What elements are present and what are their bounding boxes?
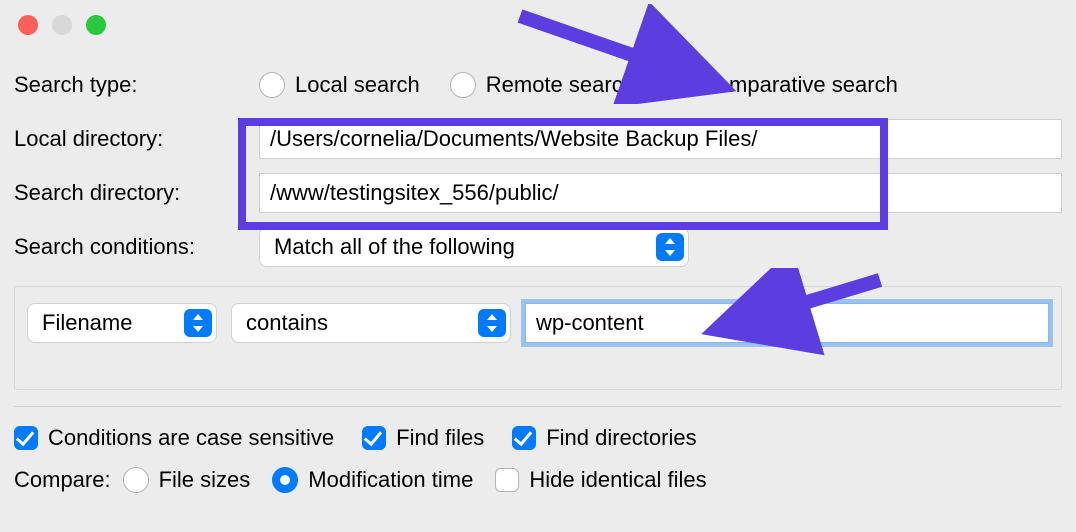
radio-label: Comparative search — [701, 72, 898, 98]
condition-value-input[interactable] — [525, 303, 1049, 343]
checkbox-icon — [14, 426, 38, 450]
select-value: Filename — [42, 310, 170, 336]
maximize-window-button[interactable] — [86, 15, 106, 35]
radio-label: Remote search — [486, 72, 635, 98]
search-type-label: Search type: — [14, 72, 259, 98]
checkbox-icon — [512, 426, 536, 450]
radio-icon — [450, 72, 476, 98]
window-titlebar — [0, 0, 1076, 50]
conditions-match-select[interactable]: Match all of the following — [259, 227, 689, 267]
divider — [14, 406, 1062, 407]
chevron-up-down-icon — [184, 309, 212, 337]
checkbox-find-directories[interactable]: Find directories — [512, 425, 696, 451]
close-window-button[interactable] — [18, 15, 38, 35]
checkbox-label: Find files — [396, 425, 484, 451]
checkbox-case-sensitive[interactable]: Conditions are case sensitive — [14, 425, 334, 451]
condition-field-select[interactable]: Filename — [27, 303, 217, 343]
checkbox-label: Find directories — [546, 425, 696, 451]
radio-remote-search[interactable]: Remote search — [450, 72, 635, 98]
minimize-window-button[interactable] — [52, 15, 72, 35]
checkbox-icon — [495, 468, 519, 492]
search-directory-input[interactable] — [259, 173, 1062, 213]
condition-row: Filename contains — [14, 286, 1062, 390]
search-type-radio-group: Local search Remote search Comparative s… — [259, 72, 898, 98]
chevron-up-down-icon — [478, 309, 506, 337]
select-value: contains — [246, 310, 464, 336]
local-directory-label: Local directory: — [14, 126, 259, 152]
select-value: Match all of the following — [274, 234, 642, 260]
chevron-up-down-icon — [656, 233, 684, 261]
radio-label: File sizes — [159, 467, 251, 493]
radio-file-sizes[interactable]: File sizes — [123, 467, 251, 493]
radio-local-search[interactable]: Local search — [259, 72, 420, 98]
checkbox-icon — [362, 426, 386, 450]
compare-label: Compare: — [14, 467, 111, 493]
local-directory-input[interactable] — [259, 119, 1062, 159]
radio-label: Modification time — [308, 467, 473, 493]
checkbox-find-files[interactable]: Find files — [362, 425, 484, 451]
radio-icon — [259, 72, 285, 98]
radio-modification-time[interactable]: Modification time — [272, 467, 473, 493]
search-directory-label: Search directory: — [14, 180, 259, 206]
radio-icon — [665, 72, 691, 98]
checkbox-label: Hide identical files — [529, 467, 706, 493]
checkbox-label: Conditions are case sensitive — [48, 425, 334, 451]
checkbox-hide-identical[interactable]: Hide identical files — [495, 467, 706, 493]
search-conditions-label: Search conditions: — [14, 234, 259, 260]
radio-label: Local search — [295, 72, 420, 98]
radio-icon — [123, 467, 149, 493]
radio-comparative-search[interactable]: Comparative search — [665, 72, 898, 98]
condition-operator-select[interactable]: contains — [231, 303, 511, 343]
radio-icon — [272, 467, 298, 493]
